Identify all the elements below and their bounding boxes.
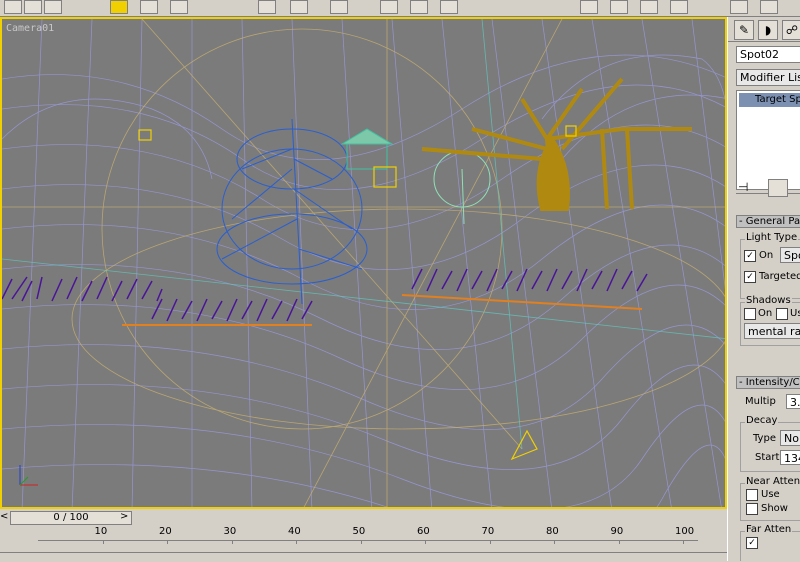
multiplier-field[interactable]: 3.: [786, 394, 800, 409]
gazebo: [340, 128, 394, 170]
terrain-mesh: [2, 19, 725, 507]
near-show-checkbox[interactable]: [746, 503, 758, 515]
multiplier-label: Multip: [745, 396, 776, 407]
camera-frustum-lines: [2, 19, 725, 507]
window-crossing-icon[interactable]: [44, 0, 62, 14]
align-icon[interactable]: [290, 0, 308, 14]
viewport-label[interactable]: Camera01: [6, 23, 54, 34]
timeline-tick: [360, 540, 362, 544]
select-region-icon[interactable]: [24, 0, 42, 14]
timeline-tick: [618, 540, 620, 544]
near-atten-label: Near Atten: [745, 476, 800, 487]
main-toolbar: [0, 0, 800, 17]
modifier-list-dropdown[interactable]: Modifier List: [736, 69, 800, 86]
light-on-label: On: [759, 250, 774, 261]
shadows-label: Shadows: [745, 295, 792, 306]
timeline-tick: [425, 540, 426, 544]
near-show-label: Show: [761, 503, 788, 514]
render-setup-icon[interactable]: [640, 0, 658, 14]
decay-type-dropdown[interactable]: None: [780, 430, 800, 446]
grass-left: [2, 276, 313, 322]
use-global-label: Use Global: [790, 308, 800, 319]
light-on-checkbox[interactable]: ✓: [744, 250, 756, 262]
named-selection-icon[interactable]: [440, 0, 458, 14]
time-slider[interactable]: 0 / 100: [10, 511, 132, 525]
timeline-tick: [231, 540, 233, 544]
light-type-dropdown[interactable]: Spot: [780, 247, 800, 263]
teapot-icon[interactable]: [760, 0, 778, 14]
create-icon[interactable]: ✎: [734, 20, 754, 40]
timeline-tick-label: 40: [288, 526, 301, 537]
decay-label: Decay: [745, 415, 779, 426]
blue-tree: [216, 118, 368, 305]
far-use-checkbox[interactable]: ✓: [746, 537, 758, 549]
timeline-tick: [167, 540, 168, 544]
move-icon[interactable]: [110, 0, 128, 14]
timeline-tick-label: 10: [94, 526, 108, 537]
show-end-result-icon[interactable]: [768, 179, 788, 197]
timeline-tick: [489, 540, 491, 544]
curve-editor-icon[interactable]: [580, 0, 598, 14]
camera-viewport[interactable]: Camera01: [0, 17, 727, 509]
material-editor-icon[interactable]: [610, 0, 628, 14]
timeline-tick: [102, 540, 104, 544]
axis-tripod: [19, 465, 38, 486]
timeline-tick-label: 80: [546, 526, 559, 537]
general-rollout-title[interactable]: - General Parameters: [736, 215, 800, 228]
timeline-tick-label: 100: [675, 526, 695, 537]
shadows-on-label: On: [758, 308, 773, 319]
hierarchy-icon[interactable]: ☍: [782, 20, 800, 40]
angle-snap-icon[interactable]: [380, 0, 398, 14]
rotate-icon[interactable]: [140, 0, 158, 14]
snap-icon[interactable]: [330, 0, 348, 14]
decay-start-field[interactable]: 134: [780, 450, 800, 465]
decay-type-label: Type: [753, 433, 776, 444]
targeted-label: Targeted: [759, 271, 800, 282]
far-atten-label: Far Atten: [745, 524, 793, 535]
timeline-tick-label: 30: [223, 526, 237, 537]
stack-item-target-spot[interactable]: Target Spot: [739, 93, 800, 107]
use-global-checkbox[interactable]: [776, 308, 788, 320]
time-slider-bar: < 0 / 100 >: [0, 509, 727, 525]
object-name-field[interactable]: Spot02: [736, 46, 800, 63]
timeline-tick: [296, 540, 297, 544]
shadow-type-dropdown[interactable]: mental ray: [744, 323, 800, 339]
track-bar[interactable]: 10 20 30 40 50 60 70 80 90 100: [0, 526, 727, 552]
light-type-label: Light Type: [745, 232, 799, 243]
modify-icon[interactable]: ◗: [758, 20, 778, 40]
select-icon[interactable]: [4, 0, 22, 14]
quick-render-icon[interactable]: [730, 0, 748, 14]
timeline-tick-label: 90: [610, 526, 624, 537]
percent-snap-icon[interactable]: [410, 0, 428, 14]
intensity-rollout-title[interactable]: - Intensity/Color/Attenuation: [736, 376, 800, 389]
near-use-checkbox[interactable]: [746, 489, 758, 501]
prev-frame-icon[interactable]: <: [0, 511, 8, 522]
timeline-tick-label: 20: [159, 526, 172, 537]
timeline-tick-label: 70: [481, 526, 495, 537]
shadows-on-checkbox[interactable]: [744, 308, 756, 320]
render-icon[interactable]: [670, 0, 688, 14]
scale-icon[interactable]: [170, 0, 188, 14]
targeted-checkbox[interactable]: ✓: [744, 271, 756, 283]
next-frame-icon[interactable]: >: [120, 511, 128, 522]
grass-right: [411, 268, 648, 292]
timeline-tick: [554, 540, 555, 544]
modifier-stack[interactable]: Target Spot: [736, 90, 800, 190]
decay-start-label: Start: [755, 452, 780, 463]
near-use-label: Use: [761, 489, 780, 500]
timeline-tick-label: 50: [352, 526, 366, 537]
spot-light-icons: [138, 125, 577, 461]
wireframe-scene: [2, 19, 725, 507]
pin-stack-icon[interactable]: ⊣: [738, 180, 748, 194]
command-panel-tabs: ✎ ◗ ☍: [728, 17, 800, 42]
command-panel: ✎ ◗ ☍ Spot02 Modifier List Target Spot ⊣…: [727, 17, 800, 561]
mirror-icon[interactable]: [258, 0, 276, 14]
timeline-tick-label: 60: [417, 526, 430, 537]
timeline-tick: [683, 540, 684, 544]
